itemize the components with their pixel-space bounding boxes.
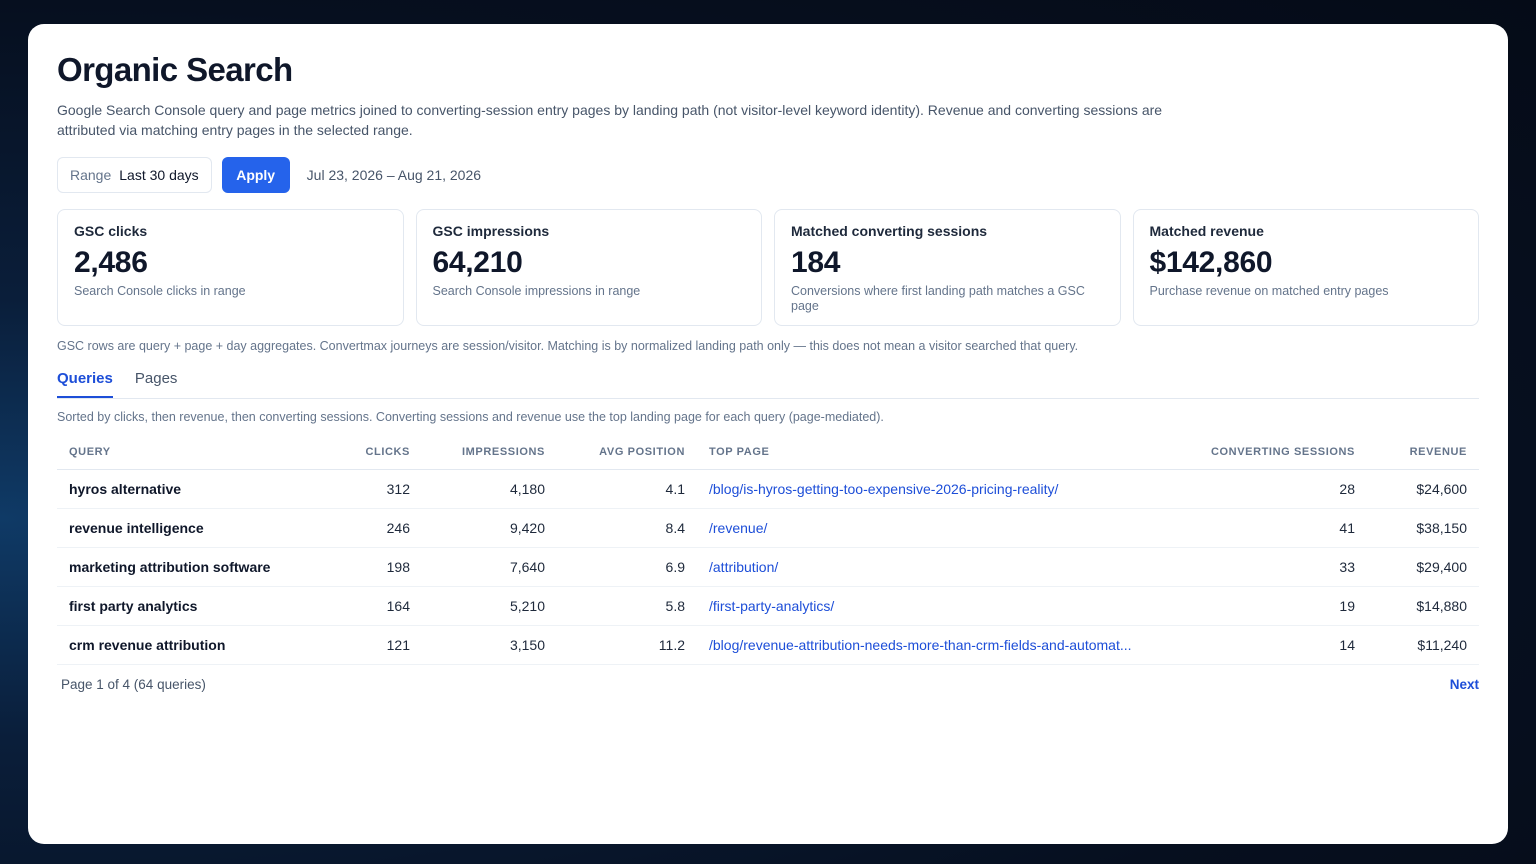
tab-queries[interactable]: Queries xyxy=(57,370,113,398)
avg-position-cell: 11.2 xyxy=(557,625,697,665)
impressions-cell: 7,640 xyxy=(422,547,557,587)
query-cell: crm revenue attribution xyxy=(57,625,327,665)
organic-search-panel: Organic Search Google Search Console que… xyxy=(28,24,1508,844)
next-page-button[interactable]: Next xyxy=(1450,677,1479,692)
clicks-cell: 312 xyxy=(327,469,422,509)
column-header-avg-position[interactable]: Avg position xyxy=(557,435,697,470)
view-tabs: Queries Pages xyxy=(57,370,1479,399)
revenue-cell: $29,400 xyxy=(1367,547,1479,587)
converting-sessions-cell: 28 xyxy=(1177,469,1367,509)
apply-button[interactable]: Apply xyxy=(221,157,290,193)
table-row: marketing attribution software 198 7,640… xyxy=(57,547,1479,587)
avg-position-cell: 8.4 xyxy=(557,508,697,548)
query-cell: marketing attribution software xyxy=(57,547,327,587)
column-header-query[interactable]: Query xyxy=(57,435,327,470)
top-page-link[interactable]: /attribution/ xyxy=(697,547,1177,587)
clicks-cell: 121 xyxy=(327,625,422,665)
impressions-cell: 9,420 xyxy=(422,508,557,548)
clicks-cell: 246 xyxy=(327,508,422,548)
kpi-note: Purchase revenue on matched entry pages xyxy=(1149,284,1389,298)
range-value: Last 30 days xyxy=(119,167,199,183)
pagination: Page 1 of 4 (64 queries) Next xyxy=(57,677,1479,692)
revenue-cell: $24,600 xyxy=(1367,469,1479,509)
filter-controls: Range Last 30 days Apply Jul 23, 2026 – … xyxy=(57,157,1479,193)
matching-footnote: GSC rows are query + page + day aggregat… xyxy=(57,339,1079,353)
range-label: Range xyxy=(70,167,112,183)
query-cell: first party analytics xyxy=(57,586,327,626)
column-header-top-page[interactable]: Top page xyxy=(697,435,1177,470)
converting-sessions-cell: 19 xyxy=(1177,586,1367,626)
kpi-value: 184 xyxy=(791,246,841,279)
kpi-note: Search Console impressions in range xyxy=(432,284,641,298)
impressions-cell: 5,210 xyxy=(422,586,557,626)
column-header-impressions[interactable]: Impressions xyxy=(422,435,557,470)
kpi-cards: GSC clicks 2,486 Search Console clicks i… xyxy=(57,209,1479,326)
revenue-cell: $38,150 xyxy=(1367,508,1479,548)
converting-sessions-cell: 14 xyxy=(1177,625,1367,665)
kpi-label: Matched converting sessions xyxy=(791,223,988,239)
kpi-card-matched-converting-sessions: Matched converting sessions 184 Conversi… xyxy=(774,209,1121,326)
queries-table: Query Clicks Impressions Avg position To… xyxy=(57,435,1479,665)
page-description: Google Search Console query and page met… xyxy=(57,102,1163,138)
kpi-note: Conversions where first landing path mat… xyxy=(791,284,1085,313)
converting-sessions-cell: 33 xyxy=(1177,547,1367,587)
page-title: Organic Search xyxy=(57,51,293,88)
kpi-label: Matched revenue xyxy=(1149,223,1264,239)
query-cell: hyros alternative xyxy=(57,469,327,509)
top-page-link[interactable]: /blog/revenue-attribution-needs-more-tha… xyxy=(697,625,1177,665)
avg-position-cell: 5.8 xyxy=(557,586,697,626)
clicks-cell: 164 xyxy=(327,586,422,626)
query-cell: revenue intelligence xyxy=(57,508,327,548)
column-header-converting-sessions[interactable]: Converting sessions xyxy=(1177,435,1367,470)
kpi-value: 64,210 xyxy=(432,246,523,279)
table-row: revenue intelligence 246 9,420 8.4 /reve… xyxy=(57,508,1479,548)
kpi-value: $142,860 xyxy=(1149,246,1273,279)
column-header-revenue[interactable]: Revenue xyxy=(1367,435,1479,470)
kpi-label: GSC clicks xyxy=(74,223,148,239)
top-page-link[interactable]: /blog/is-hyros-getting-too-expensive-202… xyxy=(697,469,1177,509)
revenue-cell: $14,880 xyxy=(1367,586,1479,626)
table-row: first party analytics 164 5,210 5.8 /fir… xyxy=(57,586,1479,626)
avg-position-cell: 4.1 xyxy=(557,469,697,509)
tab-pages[interactable]: Pages xyxy=(135,370,178,398)
top-page-link[interactable]: /revenue/ xyxy=(697,508,1177,548)
table-header-row: Query Clicks Impressions Avg position To… xyxy=(57,435,1479,470)
impressions-cell: 4,180 xyxy=(422,469,557,509)
kpi-value: 2,486 xyxy=(74,246,148,279)
impressions-cell: 3,150 xyxy=(422,625,557,665)
pagination-info: Page 1 of 4 (64 queries) xyxy=(61,676,206,692)
kpi-label: GSC impressions xyxy=(432,223,550,239)
clicks-cell: 198 xyxy=(327,547,422,587)
date-range: Jul 23, 2026 – Aug 21, 2026 xyxy=(306,167,482,183)
range-select[interactable]: Range Last 30 days xyxy=(57,157,212,193)
kpi-card-matched-revenue: Matched revenue $142,860 Purchase revenu… xyxy=(1132,209,1479,326)
table-row: crm revenue attribution 121 3,150 11.2 /… xyxy=(57,625,1479,665)
sort-note: Sorted by clicks, then revenue, then con… xyxy=(57,410,884,424)
kpi-card-gsc-clicks: GSC clicks 2,486 Search Console clicks i… xyxy=(57,209,404,326)
kpi-card-gsc-impressions: GSC impressions 64,210 Search Console im… xyxy=(415,209,762,326)
column-header-clicks[interactable]: Clicks xyxy=(327,435,422,470)
kpi-note: Search Console clicks in range xyxy=(74,284,246,298)
revenue-cell: $11,240 xyxy=(1367,625,1479,665)
table-row: hyros alternative 312 4,180 4.1 /blog/is… xyxy=(57,469,1479,509)
top-page-link[interactable]: /first-party-analytics/ xyxy=(697,586,1177,626)
avg-position-cell: 6.9 xyxy=(557,547,697,587)
converting-sessions-cell: 41 xyxy=(1177,508,1367,548)
